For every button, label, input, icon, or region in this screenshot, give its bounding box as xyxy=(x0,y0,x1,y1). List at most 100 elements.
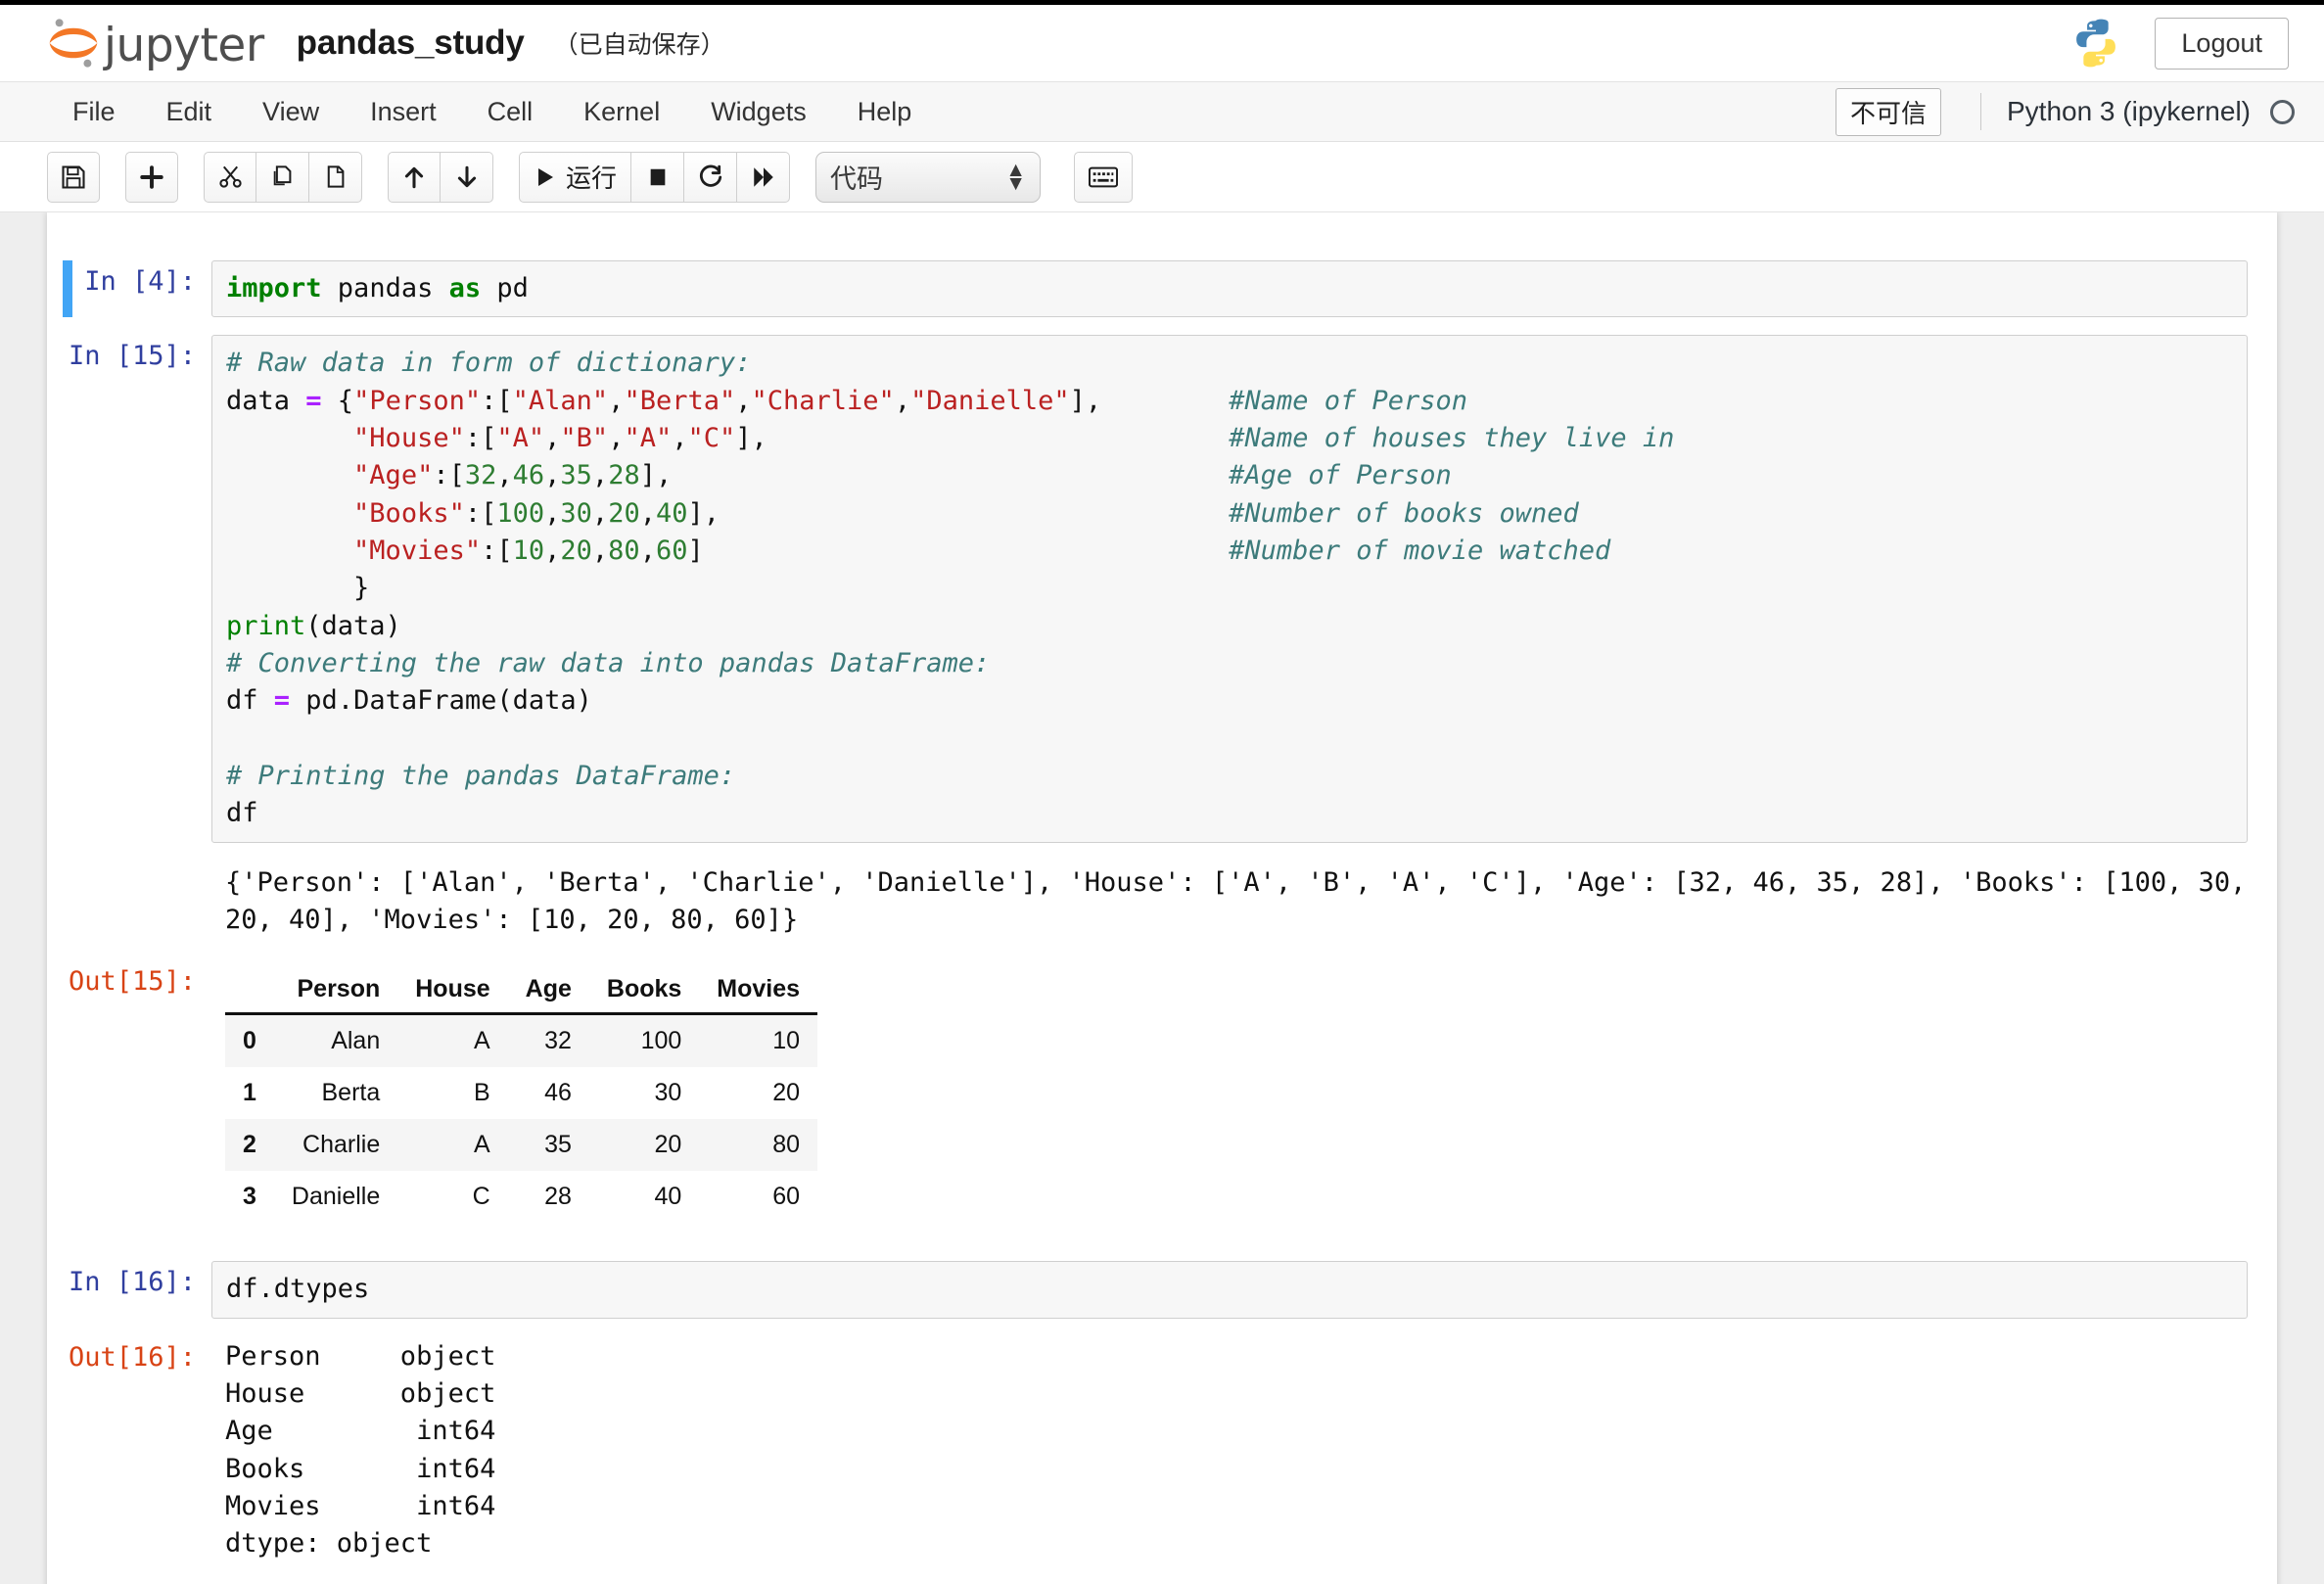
dataframe-header-row: Person House Age Books Movies xyxy=(225,966,818,1016)
kernel-divider xyxy=(1979,93,1981,130)
menu-view[interactable]: View xyxy=(237,91,345,133)
menu-edit[interactable]: Edit xyxy=(141,91,238,133)
cell-age: 28 xyxy=(544,1183,572,1211)
keyboard-icon xyxy=(1089,166,1119,187)
stdout-cell-15: {'Person': ['Alan', 'Berta', 'Charlie', … xyxy=(47,852,2277,953)
command-palette-button[interactable] xyxy=(1074,151,1134,203)
app-header: jupyter pandas_study （已自动保存） Logout xyxy=(0,5,2324,81)
menu-kernel[interactable]: Kernel xyxy=(558,91,685,133)
jupyter-logo[interactable]: jupyter xyxy=(47,16,264,70)
toolbar-group-clipboard xyxy=(204,151,362,203)
notebook-title[interactable]: pandas_study xyxy=(297,23,525,63)
code-cell-in-4[interactable]: In [4]: import pandas as pd xyxy=(47,252,2277,326)
trust-status-badge[interactable]: 不可信 xyxy=(1835,87,1941,136)
cell-books: 40 xyxy=(654,1183,682,1211)
code-editor-16[interactable]: df.dtypes xyxy=(211,1261,2248,1319)
menu-insert[interactable]: Insert xyxy=(345,91,462,133)
input-prompt-15: In [15]: xyxy=(68,341,196,372)
play-icon xyxy=(538,167,553,186)
cell-type-dropdown[interactable]: 代码 ▲ ▼ xyxy=(815,151,1042,203)
restart-icon xyxy=(699,164,721,187)
toolbar-group-run: 运行 xyxy=(519,151,791,203)
table-row: 2 Charlie A 35 20 80 xyxy=(225,1119,818,1172)
stdout-text-15: {'Person': ['Alan', 'Berta', 'Charlie', … xyxy=(225,866,2262,935)
code-editor-4[interactable]: import pandas as pd xyxy=(211,260,2248,318)
restart-and-run-all-button[interactable] xyxy=(737,151,791,203)
cell-house: B xyxy=(473,1079,490,1107)
insert-cell-below-button[interactable] xyxy=(125,151,178,203)
menu-bar: File Edit View Insert Cell Kernel Widget… xyxy=(0,81,2324,142)
cell-movies: 20 xyxy=(772,1079,801,1107)
dtypes-output-16: Person object House object Age int64 Boo… xyxy=(211,1336,2248,1563)
fast-forward-icon xyxy=(753,166,773,187)
logout-button[interactable]: Logout xyxy=(2155,17,2289,70)
copy-button[interactable] xyxy=(256,151,309,203)
output-cell-16: Out[16]: Person object House object Age … xyxy=(47,1328,2277,1572)
code-token-pd: pd xyxy=(481,273,529,303)
col-header-movies: Movies xyxy=(699,966,818,1016)
cell-movies: 10 xyxy=(772,1027,801,1055)
toolbar-group-insert xyxy=(125,151,178,203)
run-button-label: 运行 xyxy=(566,164,618,194)
output-prompt-16: Out[16]: xyxy=(68,1341,196,1373)
code-editor-15[interactable]: # Raw data in form of dictionary: data =… xyxy=(211,335,2248,843)
col-header-house: House xyxy=(397,966,508,1016)
paste-icon xyxy=(327,165,345,188)
menu-file[interactable]: File xyxy=(47,91,141,133)
stdout-prompt-spacer xyxy=(47,861,211,944)
input-prompt-16: In [16]: xyxy=(68,1267,196,1298)
col-header-age: Age xyxy=(507,966,589,1016)
cell-books: 30 xyxy=(654,1079,682,1107)
dataframe-table: Person House Age Books Movies 0 Alan A 3 xyxy=(225,966,818,1224)
cell-age: 35 xyxy=(544,1131,572,1159)
scissors-icon xyxy=(218,165,242,188)
jupyter-wordmark: jupyter xyxy=(104,18,264,72)
cell-house: A xyxy=(473,1131,490,1159)
floppy-disk-icon xyxy=(62,164,85,189)
toolbar-group-move xyxy=(388,151,493,203)
code-token-as: as xyxy=(448,273,482,303)
cell-books: 100 xyxy=(640,1027,682,1055)
cell-index: 0 xyxy=(243,1027,256,1055)
paste-button[interactable] xyxy=(309,151,362,203)
cut-button[interactable] xyxy=(204,151,256,203)
cell-house: C xyxy=(472,1183,490,1211)
cell-type-value: 代码 xyxy=(830,164,884,195)
kernel-name-label[interactable]: Python 3 (ipykernel) xyxy=(2007,96,2251,127)
code-token-pandas: pandas xyxy=(321,273,449,303)
stop-icon xyxy=(650,168,665,185)
move-cell-up-button[interactable] xyxy=(388,151,441,203)
menubar-status-group: 不可信 Python 3 (ipykernel) xyxy=(1835,87,2324,136)
arrow-up-icon xyxy=(404,166,424,188)
notebook-toolbar: 运行 代码 ▲ ▼ xyxy=(0,142,2324,212)
output-prompt-15: Out[15]: xyxy=(68,966,196,998)
col-header-index xyxy=(225,966,274,1016)
plus-icon xyxy=(140,164,163,189)
code-cell-next-partial[interactable] xyxy=(47,1572,2277,1584)
python-logo-icon xyxy=(2076,19,2116,68)
cell-person: Berta xyxy=(321,1079,381,1107)
code-cell-in-15[interactable]: In [15]: # Raw data in form of dictionar… xyxy=(47,326,2277,851)
copy-icon xyxy=(273,165,292,186)
cell-index: 3 xyxy=(243,1183,256,1211)
cell-movies: 60 xyxy=(772,1183,801,1211)
save-button[interactable] xyxy=(47,151,100,203)
restart-kernel-button[interactable] xyxy=(684,151,738,203)
move-cell-down-button[interactable] xyxy=(441,151,493,203)
cell-movies: 80 xyxy=(772,1131,801,1159)
menu-help[interactable]: Help xyxy=(832,91,938,133)
table-row: 0 Alan A 32 100 10 xyxy=(225,1013,818,1068)
kernel-idle-indicator-icon[interactable] xyxy=(2270,99,2295,124)
interrupt-kernel-button[interactable] xyxy=(631,151,685,203)
menu-widgets[interactable]: Widgets xyxy=(685,91,832,133)
input-prompt-4: In [4]: xyxy=(84,266,196,297)
cell-index: 2 xyxy=(243,1131,256,1159)
menu-cell[interactable]: Cell xyxy=(462,91,559,133)
cell-person: Charlie xyxy=(302,1131,381,1159)
dataframe-head: Person House Age Books Movies xyxy=(225,966,818,1016)
header-right-group: Logout xyxy=(2070,17,2289,70)
cell-house: A xyxy=(473,1027,490,1055)
run-cell-button[interactable]: 运行 xyxy=(519,151,632,203)
code-cell-in-16[interactable]: In [16]: df.dtypes xyxy=(47,1232,2277,1327)
code-token-import: import xyxy=(226,273,322,303)
